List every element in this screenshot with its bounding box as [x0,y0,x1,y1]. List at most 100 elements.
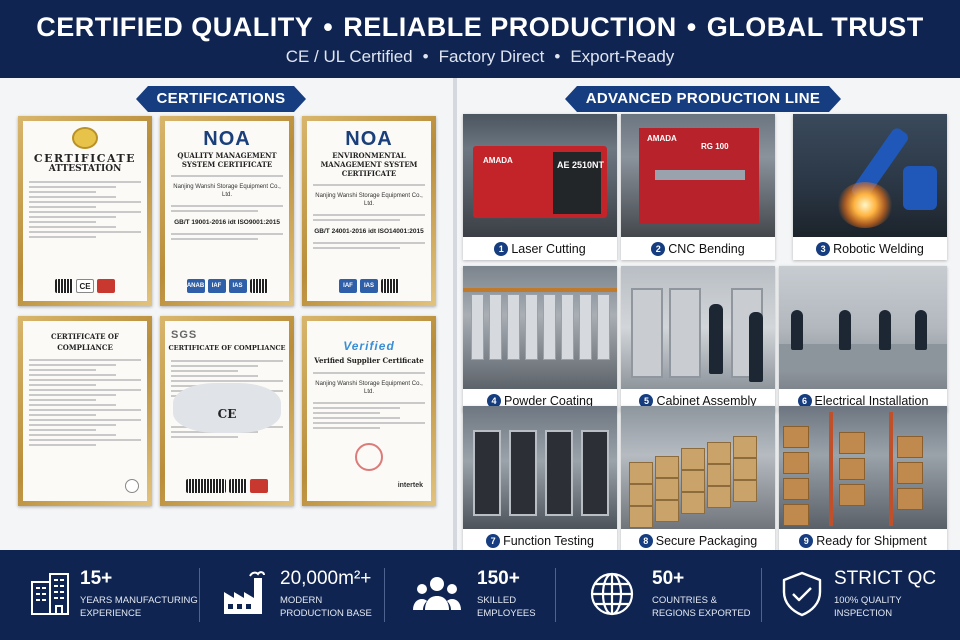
certificate-iso9001: NOA QUALITY MANAGEMENT SYSTEM CERTIFICAT… [160,116,294,306]
qr-code-icon [55,279,73,293]
qr-code-icon [381,279,399,293]
ce-mark: CE [217,407,237,421]
certificate-text-lines [165,227,289,246]
step-label: Ready for Shipment [816,534,927,548]
certificate-text-lines [165,199,289,218]
qr-code-icon [249,279,268,293]
shield-check-icon [782,571,822,617]
separator-dot: • [554,47,561,66]
step-number-badge: 9 [799,534,814,548]
step-caption: 1 Laser Cutting [463,238,617,260]
step-label: Robotic Welding [833,242,924,256]
ias-mark: IAS [228,279,247,293]
globe-icon [590,572,634,616]
certificate-title: Verified Supplier Certificate [314,356,424,365]
cabinet-assembly-photo [621,266,775,389]
production-step-secure-packaging: 8 Secure Packaging [621,406,775,552]
powder-coating-photo [463,266,617,389]
certificate-text-lines [307,236,431,255]
certificate-company: Nanjing Wanshi Storage Equipment Co., Lt… [315,193,423,207]
headline-part: GLOBAL TRUST [706,12,924,42]
certificate-text-lines [23,175,147,244]
headline: CERTIFIED QUALITY • RELIABLE PRODUCTION • GL… [0,0,960,43]
certificate-marks: IAF IAS [307,279,431,293]
separator-dot: • [686,12,697,42]
stat-employees: 150+ SKILLED EMPLOYEES [385,550,555,640]
electrical-installation-photo [779,266,947,389]
certificate-title: CERTIFICATE OF COMPLIANCE [168,344,286,352]
production-step-electrical-installation: 6 Electrical Installation [779,266,947,412]
certificate-title: QUALITY MANAGEMENT SYSTEM CERTIFICATE [177,151,277,169]
noa-logo: NOA [345,128,393,150]
ias-mark: IAS [360,279,378,293]
machine-model-text: AE 2510NT [557,160,605,170]
certificate-text-lines [165,169,289,183]
stat-value: 50+ [652,568,685,589]
machine-brand-text: AMADA [483,156,513,165]
certificate-sheet: Verified Verified Supplier Certificate N… [307,321,431,501]
certificate-marks [23,479,147,493]
secure-packaging-photo [621,406,775,529]
ul-mark-icon [125,479,139,493]
certificate-subtitle: ATTESTATION [48,164,122,174]
stat-label: MODERN PRODUCTION BASE [280,594,400,620]
step-caption: 7 Function Testing [463,530,617,552]
stat-label-line: EMPLOYEES [477,608,536,619]
step-caption: 9 Ready for Shipment [779,530,947,552]
separator-dot: • [422,47,429,66]
stat-label-line: INSPECTION [834,608,893,619]
certificate-text-lines [307,208,431,227]
certificate-standard: GB/T 24001-2016 idt ISO14001:2015 [314,228,424,235]
qr-code-icon [229,479,247,493]
step-caption: 8 Secure Packaging [621,530,775,552]
subheadline-part: Export-Ready [570,47,675,66]
certificate-company: Nanjing Wanshi Storage Equipment Co., Lt… [315,381,423,395]
verified-logo: Verified [343,339,395,353]
factory-icon [224,571,265,614]
people-icon [413,577,461,610]
stat-years-experience: 15+ YEARS MANUFACTURING EXPERIENCE [0,550,198,640]
subheadline-part: CE / UL Certified [285,47,413,66]
stat-label-line: COUNTRIES & [652,595,717,606]
certificate-text-lines [307,178,431,192]
step-number-badge: 2 [651,242,666,256]
anab-mark: ANAB [186,279,205,293]
stat-label-line: MODERN [280,595,323,606]
certificate-sheet: CERTIFICATE ATTESTATION CE [23,121,147,301]
stat-value: 150+ [477,568,520,589]
certificate-marks: CE [23,279,147,293]
stat-value: 20,000m²+ [280,568,372,589]
iaf-mark: IAF [207,279,226,293]
sgs-logo: SGS [171,329,198,341]
stat-label-line: PRODUCTION BASE [280,608,372,619]
production-step-robotic-welding: 3 Robotic Welding [793,114,947,260]
certificate-standard: GB/T 19001-2016 idt ISO9001:2015 [174,219,280,226]
certificate-sgs-compliance: SGS CERTIFICATE OF COMPLIANCE CE [160,316,294,506]
machine-model-text: RG 100 [701,142,729,151]
step-number-badge: 7 [486,534,501,548]
stat-label: COUNTRIES & REGIONS EXPORTED [652,594,772,620]
separator-dot: • [323,12,334,42]
certificate-title: CERTIFICATE [33,152,137,165]
stat-label-line: EXPERIENCE [80,608,142,619]
stat-production-base: 20,000m²+ MODERN PRODUCTION BASE [200,550,385,640]
production-ribbon: ADVANCED PRODUCTION LINE [565,86,841,112]
step-label: Secure Packaging [655,534,758,548]
noa-logo: NOA [203,128,251,150]
certificate-text-lines [307,366,431,380]
seal-icon [72,127,98,149]
ce-mark: CE [76,279,94,293]
certificate-text-lines [307,396,431,435]
step-caption: 3 Robotic Welding [793,238,947,260]
stat-label: SKILLED EMPLOYEES [477,594,547,620]
step-number-badge: 1 [494,242,509,256]
ready-for-shipment-photo [779,406,947,529]
step-number-badge: 8 [638,534,653,548]
stat-label-line: SKILLED [477,595,517,606]
headline-part: CERTIFIED QUALITY [36,12,314,42]
stat-label-line: REGIONS EXPORTED [652,608,751,619]
certificate-sheet: NOA ENVIRONMENTAL MANAGEMENT SYSTEM CERT… [307,121,431,301]
barcode-icon [186,479,226,493]
production-step-powder-coating: 4 Powder Coating [463,266,617,412]
header-banner: CERTIFIED QUALITY • RELIABLE PRODUCTION • GL… [0,0,960,78]
